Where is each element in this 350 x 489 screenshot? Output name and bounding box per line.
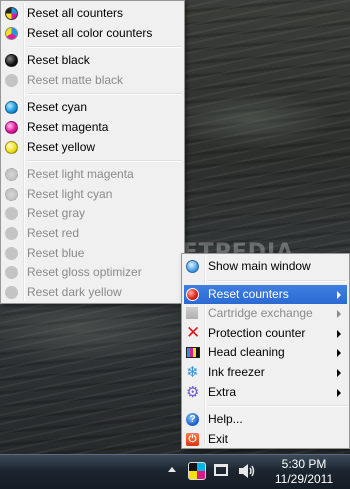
menu-item-show-main-window[interactable]: Show main window [182,257,349,277]
menu-item-label: Reset cyan [27,100,88,115]
extra-gear-icon: ⚙ [186,383,200,401]
menu-item-label: Reset gray [27,206,86,221]
menu-item-reset-blue[interactable]: Reset blue [1,244,184,264]
light-magenta-ink-icon [5,168,18,182]
submenu-arrow-icon [337,388,341,397]
menu-item-reset-light-cyan[interactable]: Reset light cyan [1,185,184,205]
menu-item-label: Reset all color counters [27,25,153,40]
menu-item-label: Reset light cyan [27,186,113,201]
tray-context-menu: Show main window Reset counters Cartridg… [181,253,350,449]
menu-item-label: Reset gloss optimizer [27,265,142,280]
menu-item-label: Reset red [27,225,80,240]
menu-separator [27,93,182,96]
gray-ink-icon [5,207,18,221]
menu-item-label: Reset black [27,53,90,68]
volume-icon[interactable] [238,463,256,479]
menu-item-label: Reset magenta [27,119,109,134]
menu-item-label: Reset counters [208,286,289,301]
yellow-ink-icon [5,140,18,154]
light-cyan-ink-icon [5,187,18,201]
magenta-ink-icon [5,120,18,134]
menu-item-exit[interactable]: ⏻ Exit [182,430,349,450]
menu-item-label: Ink freezer [208,364,265,379]
show-window-icon [186,260,199,273]
menu-item-label: Reset blue [27,245,85,260]
printer-tray-app-icon[interactable] [188,462,206,480]
menu-item-reset-gray[interactable]: Reset gray [1,204,184,224]
menu-item-label: Reset light magenta [27,167,134,182]
clock-time: 5:30 PM [281,457,327,471]
cartridge-exchange-icon [186,307,198,320]
menu-separator [208,279,347,282]
menu-item-reset-red[interactable]: Reset red [1,224,184,244]
show-hidden-icons-icon[interactable] [168,467,176,472]
menu-item-reset-all-counters[interactable]: Reset all counters [1,4,184,24]
reset-counters-submenu: Reset all counters Reset all color count… [0,0,185,304]
menu-item-reset-gloss-optimizer[interactable]: Reset gloss optimizer [1,263,184,283]
submenu-arrow-icon [337,329,341,338]
menu-item-label: Show main window [208,259,311,273]
cyan-ink-icon [5,101,18,115]
clock-date: 11/29/2011 [274,472,334,486]
dark-yellow-ink-icon [5,285,18,299]
menu-item-label: Reset matte black [27,72,124,87]
matte-black-ink-icon [5,73,18,87]
protection-counter-icon: ✕ [186,322,201,342]
menu-item-label: Protection counter [208,325,306,340]
submenu-arrow-icon [337,290,341,299]
menu-item-reset-all-color-counters[interactable]: Reset all color counters [1,24,184,44]
menu-separator [208,405,347,408]
exit-icon: ⏻ [186,432,199,446]
menu-item-label: Reset dark yellow [27,284,122,299]
menu-item-cartridge-exchange[interactable]: Cartridge exchange [182,304,349,324]
menu-item-label: Help... [208,412,243,427]
help-icon: ? [186,413,199,427]
ink-all-icon [5,7,18,20]
network-icon[interactable] [214,464,228,476]
red-ink-icon [5,226,18,240]
submenu-arrow-icon [337,349,341,358]
menu-item-extra[interactable]: ⚙ Extra [182,383,349,403]
clock[interactable]: 5:30 PM 11/29/2011 [262,457,346,487]
menu-separator [27,160,182,163]
reset-counters-icon [186,287,199,301]
menu-item-reset-cyan[interactable]: Reset cyan [1,98,184,118]
menu-item-label: Reset yellow [27,139,96,154]
menu-item-label: Extra [208,384,237,399]
menu-item-label: Head cleaning [208,345,285,360]
menu-item-protection-counter[interactable]: ✕ Protection counter [182,324,349,344]
menu-separator [27,46,182,49]
menu-item-label: Reset all counters [27,6,124,20]
menu-item-reset-black[interactable]: Reset black [1,51,184,71]
submenu-arrow-icon [337,310,341,319]
head-cleaning-icon [186,347,200,359]
menu-item-reset-light-magenta[interactable]: Reset light magenta [1,165,184,185]
gloss-optimizer-icon [5,266,18,280]
ink-color-icon [5,26,18,40]
menu-item-ink-freezer[interactable]: ❄ Ink freezer [182,363,349,383]
menu-item-reset-dark-yellow[interactable]: Reset dark yellow [1,283,184,303]
menu-item-reset-yellow[interactable]: Reset yellow [1,138,184,158]
blue-ink-icon [5,246,18,260]
menu-item-reset-counters[interactable]: Reset counters [184,284,347,305]
menu-item-reset-matte-black[interactable]: Reset matte black [1,71,184,91]
black-ink-icon [5,54,18,68]
taskbar: 5:30 PM 11/29/2011 [0,454,350,489]
menu-item-label: Cartridge exchange [208,306,313,321]
menu-item-head-cleaning[interactable]: Head cleaning [182,343,349,363]
menu-item-help[interactable]: ? Help... [182,410,349,430]
menu-item-reset-magenta[interactable]: Reset magenta [1,118,184,138]
ink-freezer-icon: ❄ [186,363,199,381]
submenu-arrow-icon [337,368,341,377]
menu-item-label: Exit [208,431,229,446]
